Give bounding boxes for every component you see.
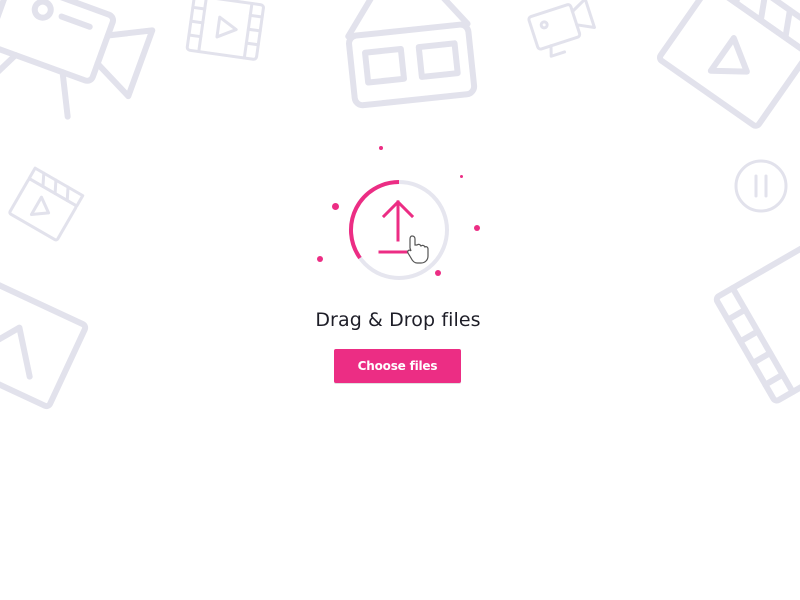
particle-dot — [317, 256, 323, 262]
upload-progress-ring — [349, 180, 449, 280]
film-strip-icon — [185, 0, 265, 61]
video-camera-icon — [0, 0, 156, 120]
camera-icon — [527, 0, 596, 58]
particle-dot — [435, 270, 441, 276]
pause-icon — [734, 159, 788, 213]
vr-headset-icon — [345, 0, 478, 109]
upload-drop-zone[interactable] — [310, 140, 490, 290]
upload-page: Drag & Drop files Choose files — [0, 0, 800, 600]
background-pattern — [0, 0, 800, 410]
drop-title: Drag & Drop files — [315, 309, 481, 331]
choose-files-button[interactable]: Choose files — [334, 349, 461, 383]
particle-dot — [379, 146, 383, 150]
picture-icon — [0, 277, 89, 410]
particle-dot — [474, 225, 480, 231]
hand-pointer-icon — [407, 235, 429, 264]
particle-dot — [460, 175, 463, 178]
clapperboard-icon — [8, 166, 85, 242]
particle-dot — [332, 203, 339, 210]
progress-arc — [349, 180, 400, 260]
clapperboard-icon — [656, 0, 800, 129]
